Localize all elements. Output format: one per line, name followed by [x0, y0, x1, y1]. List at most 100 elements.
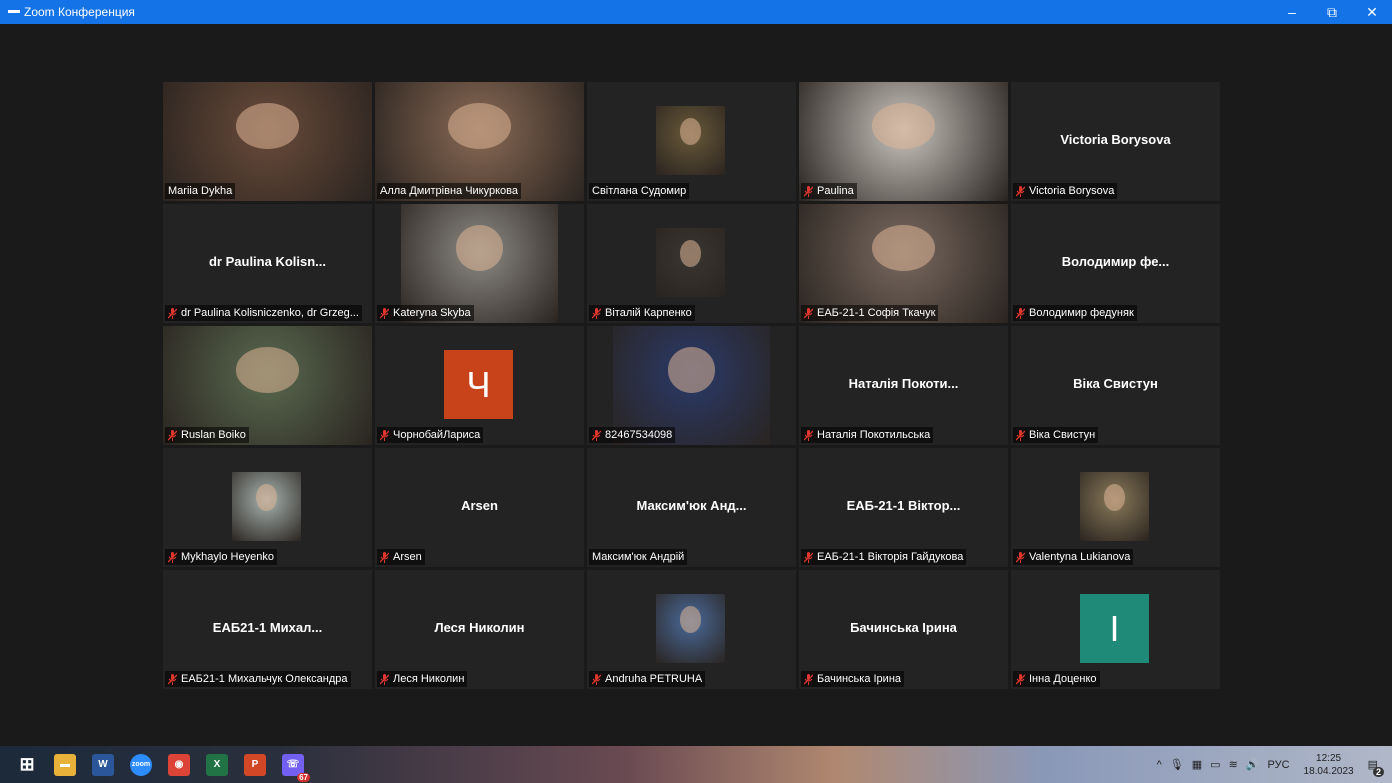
participant-tile[interactable]: Valentyna Lukianova [1011, 448, 1220, 567]
windows-taskbar: ⊞ ▬ Wzoom ◉ X P ☏ 67 ^ 🎙 ▦ ▭ ≋ 🔊 РУС 12:25 18.0… [0, 746, 1392, 783]
chrome-icon[interactable]: ◉ [168, 753, 190, 776]
minimize-button[interactable]: – [1272, 0, 1312, 24]
participant-name-text: ЕАБ-21-1 Софія Ткачук [817, 307, 936, 319]
close-button[interactable]: ✕ [1352, 0, 1392, 24]
participant-name-text: Ruslan Boiko [181, 429, 246, 441]
participant-tile[interactable]: Paulina [799, 82, 1008, 201]
participant-name-label: Kateryna Skyba [377, 305, 474, 321]
participant-tile[interactable]: Victoria Borysova Victoria Borysova [1011, 82, 1220, 201]
participant-tile[interactable]: Mariia Dykha [163, 82, 372, 201]
participant-video [1080, 472, 1149, 541]
muted-microphone-icon [803, 185, 814, 197]
participant-tile[interactable]: ЕАБ-21-1 Віктор... ЕАБ-21-1 Вікторія Гайд… [799, 448, 1008, 567]
participant-tile[interactable]: dr Paulina Kolisn... dr Paulina Kolisnicz… [163, 204, 372, 323]
network-icon[interactable]: ▦ [1192, 758, 1202, 771]
participant-tile[interactable]: Kateryna Skyba [375, 204, 584, 323]
participant-display-name: dr Paulina Kolisn... [208, 254, 327, 269]
participant-name-label: Алла Дмитрівна Чикуркова [377, 183, 521, 199]
participant-name-text: Максим'юк Андрій [592, 551, 685, 563]
participant-name-text: Mariia Dykha [168, 185, 233, 197]
person-silhouette [448, 103, 511, 149]
muted-microphone-icon [803, 429, 814, 441]
participant-tile[interactable]: Алла Дмитрівна Чикуркова [375, 82, 584, 201]
notifications-icon[interactable]: ▤ 2 [1368, 758, 1384, 777]
participant-video [232, 472, 301, 541]
participant-tile[interactable]: Бачинська Ірина Бачинська Ірина [799, 570, 1008, 689]
participant-tile[interactable]: Andruha PETRUHA [587, 570, 796, 689]
participant-name-label: Victoria Borysova [1013, 183, 1118, 199]
microphone-icon[interactable]: 🎙 [1170, 758, 1184, 771]
participant-tile[interactable]: Віка Свистун Віка Свистун [1011, 326, 1220, 445]
zoom-logo-icon [8, 8, 20, 16]
participant-name-label: Інна Доценко [1013, 671, 1100, 687]
participant-name-text: Віка Свистун [1029, 429, 1096, 441]
participant-name-text: ЕАБ-21-1 Вікторія Гайдукова [817, 551, 964, 563]
volume-icon[interactable]: 🔊 [1246, 758, 1260, 771]
person-silhouette [236, 103, 299, 149]
participant-name-text: dr Paulina Kolisniczenko, dr Grzeg... [181, 307, 359, 319]
participant-tile[interactable]: Максим'юк Анд... Максим'юк Андрій [587, 448, 796, 567]
zoom-icon[interactable]: zoom [130, 753, 152, 776]
participant-display-name: Леся Николин [434, 620, 525, 635]
participant-name-label: Mykhaylo Heyenko [165, 549, 277, 565]
wifi-icon[interactable]: ≋ [1229, 758, 1238, 771]
participant-tile[interactable]: Володимир фе... Володимир федуняк [1011, 204, 1220, 323]
clock[interactable]: 12:25 18.04.2023 [1304, 752, 1354, 778]
participant-name-label: Valentyna Lukianova [1013, 549, 1134, 565]
participant-name-text: ЕАБ21-1 Михальчук Олександра [181, 673, 348, 685]
muted-microphone-icon [379, 551, 390, 563]
participant-name-text: 82467534098 [605, 429, 673, 441]
participant-display-name: Віка Свистун [1073, 376, 1158, 391]
participant-tile[interactable]: Наталія Покоти... Наталія Покотильська [799, 326, 1008, 445]
restore-button[interactable]: ⧉ [1312, 0, 1352, 24]
participant-tile[interactable]: Світлана Судомир [587, 82, 796, 201]
person-silhouette [1104, 484, 1125, 511]
muted-microphone-icon [167, 673, 178, 685]
person-silhouette [667, 347, 716, 393]
participant-name-label: Andruha PETRUHA [589, 671, 706, 687]
muted-microphone-icon [379, 673, 390, 685]
participant-name-text: Алла Дмитрівна Чикуркова [380, 185, 518, 197]
person-silhouette [680, 606, 701, 633]
notifications-count: 2 [1372, 767, 1384, 777]
participant-tile[interactable]: Arsen Arsen [375, 448, 584, 567]
system-tray: ^ 🎙 ▦ ▭ ≋ 🔊 РУС 12:25 18.04.2023 ▤ 2 [1153, 746, 1384, 783]
participant-name-label: dr Paulina Kolisniczenko, dr Grzeg... [165, 305, 362, 321]
windows-start-icon[interactable]: ⊞ [16, 754, 38, 776]
participant-video [656, 228, 725, 297]
participant-tile[interactable]: Леся Николин Леся Николин [375, 570, 584, 689]
battery-icon[interactable]: ▭ [1210, 758, 1220, 771]
participant-name-text: ЧорнобайЛариса [393, 429, 481, 441]
participant-name-label: Світлана Судомир [589, 183, 690, 199]
participant-tile[interactable]: ЕАБ-21-1 Софія Ткачук [799, 204, 1008, 323]
participant-tile[interactable]: І Інна Доценко [1011, 570, 1220, 689]
participant-name-text: Світлана Судомир [592, 185, 687, 197]
participant-name-text: Valentyna Lukianova [1029, 551, 1131, 563]
person-silhouette [872, 225, 935, 271]
participant-tile[interactable]: Ч ЧорнобайЛариса [375, 326, 584, 445]
muted-microphone-icon [1015, 673, 1026, 685]
word-icon[interactable]: W [92, 753, 114, 776]
muted-microphone-icon [167, 307, 178, 319]
participant-tile[interactable]: Віталій Карпенко [587, 204, 796, 323]
participant-tile[interactable]: 82467534098 [587, 326, 796, 445]
language-indicator[interactable]: РУС [1268, 759, 1290, 771]
participant-name-text: Віталій Карпенко [605, 307, 692, 319]
muted-microphone-icon [803, 307, 814, 319]
participant-display-name: Victoria Borysova [1060, 132, 1171, 147]
participant-name-text: Леся Николин [393, 673, 465, 685]
file-explorer-icon[interactable]: ▬ [54, 753, 76, 776]
participant-tile[interactable]: ЕАБ21-1 Михал... ЕАБ21-1 Михальчук Олекса… [163, 570, 372, 689]
participant-name-label: Володимир федуняк [1013, 305, 1137, 321]
participant-tile[interactable]: Ruslan Boiko [163, 326, 372, 445]
person-silhouette [455, 225, 504, 271]
viber-badge: 67 [297, 772, 310, 782]
participant-tile[interactable]: Mykhaylo Heyenko [163, 448, 372, 567]
viber-icon[interactable]: ☏ 67 [282, 753, 310, 782]
powerpoint-icon[interactable]: P [244, 753, 266, 776]
participant-display-name: Володимир фе... [1061, 254, 1170, 269]
chevron-up-icon[interactable]: ^ [1157, 759, 1162, 771]
muted-microphone-icon [591, 673, 602, 685]
excel-icon[interactable]: X [206, 753, 228, 776]
participant-name-label: 82467534098 [589, 427, 676, 443]
